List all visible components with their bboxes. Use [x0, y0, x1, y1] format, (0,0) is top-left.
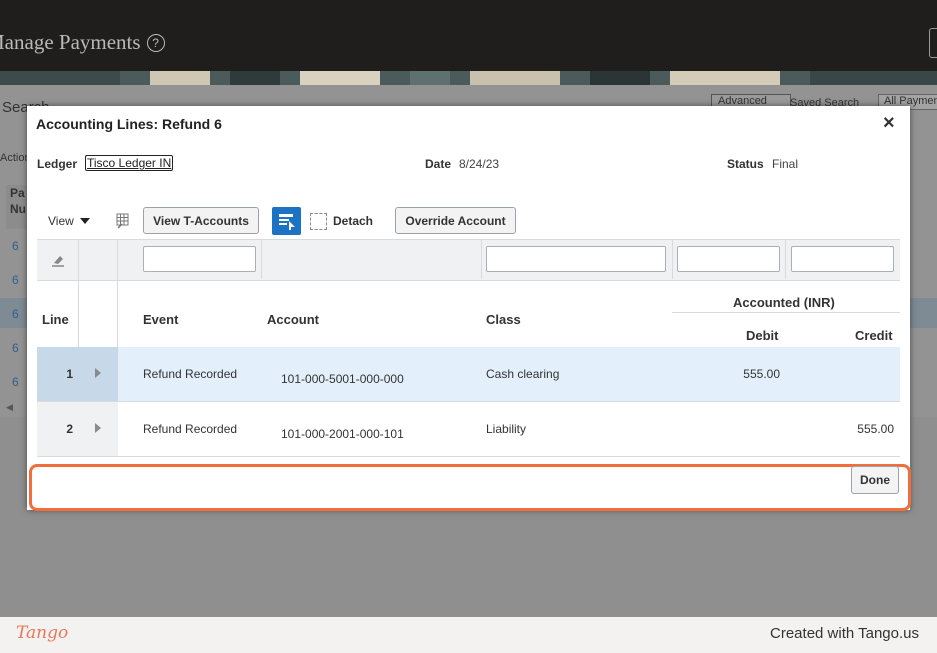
date-label: Date — [425, 157, 452, 171]
scroll-left-icon[interactable]: ◀ — [6, 402, 13, 413]
payment-link[interactable]: 6 — [12, 273, 19, 287]
account-cell: 101-000-2001-000-101 — [281, 427, 404, 441]
payment-link[interactable]: 6 — [12, 239, 19, 253]
close-icon[interactable]: × — [883, 112, 895, 135]
column-divider — [481, 239, 482, 279]
view-menu[interactable]: View — [48, 214, 90, 228]
class-cell: Cash clearing — [486, 367, 560, 381]
debit-filter-input[interactable] — [677, 246, 780, 272]
selected-row-background-right — [910, 298, 937, 328]
event-cell: Refund Recorded — [143, 422, 238, 436]
filter-row — [37, 239, 900, 281]
header-menu-button[interactable] — [929, 28, 937, 58]
line-number: 1 — [66, 367, 73, 381]
payment-link[interactable]: 6 — [12, 307, 19, 321]
credit-filter-input[interactable] — [791, 246, 894, 272]
tango-credit-text: Created with Tango.us — [770, 625, 919, 642]
column-header-account[interactable]: Account — [267, 312, 319, 327]
class-filter-input[interactable] — [486, 246, 666, 272]
column-divider — [785, 239, 786, 279]
detach-icon[interactable] — [310, 213, 327, 230]
event-filter-input[interactable] — [143, 246, 256, 272]
accounting-lines-dialog: Accounting Lines: Refund 6 × Ledger Tisc… — [27, 106, 910, 510]
eraser-icon[interactable] — [51, 253, 65, 267]
accounting-lines-table: Line Event Account Class Accounted (INR)… — [37, 239, 900, 457]
ledger-link[interactable]: Tisco Ledger IN — [85, 155, 174, 171]
decorative-banner — [0, 71, 937, 85]
column-divider — [672, 239, 673, 279]
freeze-columns-icon[interactable] — [272, 207, 301, 235]
triangle-right-icon[interactable] — [95, 423, 101, 433]
status-label: Status — [727, 157, 764, 171]
event-cell: Refund Recorded — [143, 367, 238, 381]
payment-link[interactable]: 6 — [12, 375, 19, 389]
column-header-debit[interactable]: Debit — [746, 328, 779, 343]
dialog-title: Accounting Lines: Refund 6 — [36, 116, 222, 132]
column-header-event[interactable]: Event — [143, 312, 178, 327]
column-divider — [261, 239, 262, 279]
ledger-label: Ledger — [37, 157, 78, 171]
column-header-credit[interactable]: Credit — [855, 328, 893, 343]
date-value: 8/24/23 — [459, 157, 500, 171]
debit-cell: 555.00 — [743, 367, 780, 381]
credit-cell: 555.00 — [857, 422, 894, 436]
page-title: Manage Payments? — [0, 30, 165, 55]
table-row[interactable]: 1 Refund Recorded 101-000-5001-000-000 C… — [37, 347, 900, 402]
done-button[interactable]: Done — [851, 466, 899, 494]
dialog-footer-highlight — [29, 464, 911, 511]
table-row[interactable]: 2 Refund Recorded 101-000-2001-000-101 L… — [37, 402, 900, 457]
status-value: Final — [772, 157, 799, 171]
view-t-accounts-button[interactable]: View T-Accounts — [143, 207, 259, 234]
payment-link[interactable]: 6 — [12, 341, 19, 355]
line-number: 2 — [66, 422, 73, 436]
account-cell: 101-000-5001-000-000 — [281, 372, 404, 386]
triangle-right-icon[interactable] — [95, 368, 101, 378]
header-separator — [672, 312, 900, 313]
detach-button[interactable]: Detach — [333, 214, 373, 228]
column-group-accounted-inr: Accounted (INR) — [733, 295, 835, 310]
override-account-button[interactable]: Override Account — [395, 207, 516, 234]
column-header-class[interactable]: Class — [486, 312, 521, 327]
help-icon[interactable]: ? — [146, 34, 165, 52]
column-header-line[interactable]: Line — [42, 312, 69, 327]
chevron-down-icon — [79, 218, 90, 224]
tango-footer: Tango Created with Tango.us — [0, 617, 937, 653]
grid-icon[interactable] — [116, 212, 131, 229]
tango-logo: Tango — [16, 623, 69, 643]
class-cell: Liability — [486, 422, 527, 436]
app-header: Manage Payments? — [0, 0, 937, 71]
